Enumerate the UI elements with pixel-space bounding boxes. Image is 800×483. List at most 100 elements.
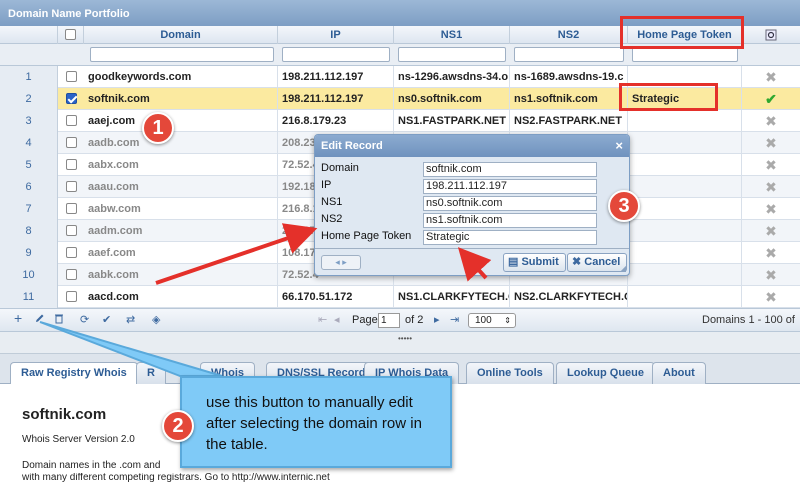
ns1-column-header[interactable]: NS1 [394,26,510,44]
tab-registrar[interactable]: R [136,362,166,384]
ip-cell[interactable]: 198.211.112.197 [278,88,394,110]
delete-x-icon[interactable]: ✖ [742,132,800,154]
row-select-cell[interactable] [58,198,84,220]
tab-about[interactable]: About [652,362,706,384]
panel-splitter[interactable]: ••••• [0,332,800,354]
ip-field[interactable]: 198.211.112.197 [423,179,597,194]
table-row[interactable]: 3 aaej.com 216.8.179.23 NS1.FASTPARK.NET NS2… [0,110,800,132]
row-select-cell[interactable] [58,88,84,110]
token-cell[interactable] [628,154,742,176]
row-checkbox[interactable] [65,180,77,192]
ns1-cell[interactable]: NS1.FASTPARK.NET [394,110,510,132]
token-cell[interactable] [628,176,742,198]
token-filter-input[interactable] [632,47,738,62]
ip-cell[interactable]: 198.211.112.197 [278,66,394,88]
first-page-icon[interactable]: ⇤ [318,313,327,327]
table-row[interactable]: 11 aacd.com66.170.51.172NS1.CLARKFYTECH.C… [0,286,800,308]
row-checkbox[interactable] [65,70,77,82]
ns2-cell[interactable]: NS2.CLARKFYTECH.CO [510,286,628,308]
domain-column-header[interactable]: Domain [84,26,278,44]
refresh-icon[interactable]: ⟳ [80,313,89,327]
row-select-cell[interactable] [58,132,84,154]
home-page-token-field[interactable]: Strategic [423,230,597,245]
swap-icon[interactable]: ⇄ [126,313,135,327]
delete-x-icon[interactable]: ✖ [742,286,800,308]
domain-cell[interactable]: aaef.com [84,242,278,264]
row-select-cell[interactable] [58,176,84,198]
select-all-checkbox[interactable] [65,28,76,40]
tag-icon[interactable]: ◈ [152,313,160,327]
domain-cell[interactable]: aadb.com [84,132,278,154]
token-cell[interactable] [628,132,742,154]
delete-x-icon[interactable]: ✖ [742,176,800,198]
domain-cell[interactable]: aabw.com [84,198,278,220]
check-icon[interactable]: ✔ [742,88,800,110]
ip-filter-input[interactable] [282,47,390,62]
domain-cell[interactable]: aacd.com [84,286,278,308]
close-icon[interactable]: × [615,138,623,153]
row-select-cell[interactable] [58,264,84,286]
domain-cell[interactable]: aaej.com [84,110,278,132]
resize-grip-icon[interactable]: ◢ [620,264,626,273]
domain-filter-input[interactable] [90,47,274,62]
next-page-icon[interactable]: ▸ [434,313,440,327]
page-number-input[interactable]: 1 [378,313,400,328]
delete-x-icon[interactable]: ✖ [742,220,800,242]
row-select-cell[interactable] [58,220,84,242]
column-chooser-icon[interactable] [765,29,777,41]
row-checkbox[interactable] [65,136,77,148]
token-cell[interactable] [628,242,742,264]
save-changes-icon[interactable]: ✔ [102,313,111,327]
splitter-grip-icon[interactable]: ••••• [398,334,412,343]
domain-cell[interactable]: aaau.com [84,176,278,198]
domain-field[interactable]: softnik.com [423,162,597,177]
token-cell[interactable] [628,286,742,308]
domain-cell[interactable]: aabk.com [84,264,278,286]
tab-raw-registry-whois[interactable]: Raw Registry Whois [10,362,138,385]
delete-x-icon[interactable]: ✖ [742,198,800,220]
domain-cell[interactable]: aadm.com [84,220,278,242]
row-select-cell[interactable] [58,154,84,176]
ns2-cell[interactable]: ns1.softnik.com [510,88,628,110]
ns2-column-header[interactable]: NS2 [510,26,628,44]
ns2-cell[interactable]: NS2.FASTPARK.NET [510,110,628,132]
prev-page-icon[interactable]: ◂ [334,313,340,327]
row-checkbox[interactable] [65,92,77,104]
ip-column-header[interactable]: IP [278,26,394,44]
row-select-cell[interactable] [58,110,84,132]
select-all-header[interactable] [58,26,84,44]
token-cell[interactable] [628,110,742,132]
domain-cell[interactable]: aabx.com [84,154,278,176]
row-checkbox[interactable] [65,158,77,170]
edit-icon[interactable] [34,313,45,327]
row-checkbox[interactable] [65,202,77,214]
ns2-cell[interactable]: ns-1689.awsdns-19.c [510,66,628,88]
record-nav-arrows[interactable]: ◂ ▸ [321,255,361,270]
domain-cell[interactable]: goodkeywords.com [84,66,278,88]
token-cell[interactable] [628,220,742,242]
ns1-field[interactable]: ns0.softnik.com [423,196,597,211]
domain-cell[interactable]: softnik.com [84,88,278,110]
submit-button[interactable]: ▤ Submit [503,253,566,272]
last-page-icon[interactable]: ⇥ [450,313,459,327]
ns1-cell[interactable]: NS1.CLARKFYTECH.CO [394,286,510,308]
ns2-field[interactable]: ns1.softnik.com [423,213,597,228]
tab-online-tools[interactable]: Online Tools [466,362,554,384]
delete-x-icon[interactable]: ✖ [742,154,800,176]
ns1-filter-input[interactable] [398,47,506,62]
ns2-filter-input[interactable] [514,47,624,62]
add-icon[interactable]: + [14,311,22,325]
row-checkbox[interactable] [65,246,77,258]
token-cell[interactable] [628,198,742,220]
row-select-cell[interactable] [58,242,84,264]
ip-cell[interactable]: 66.170.51.172 [278,286,394,308]
row-checkbox[interactable] [65,290,77,302]
ns1-cell[interactable]: ns0.softnik.com [394,88,510,110]
row-select-cell[interactable] [58,66,84,88]
column-chooser-header[interactable] [742,26,800,44]
delete-x-icon[interactable]: ✖ [742,66,800,88]
row-checkbox[interactable] [65,224,77,236]
row-select-cell[interactable] [58,286,84,308]
row-checkbox[interactable] [65,268,77,280]
ns1-cell[interactable]: ns-1296.awsdns-34.o [394,66,510,88]
